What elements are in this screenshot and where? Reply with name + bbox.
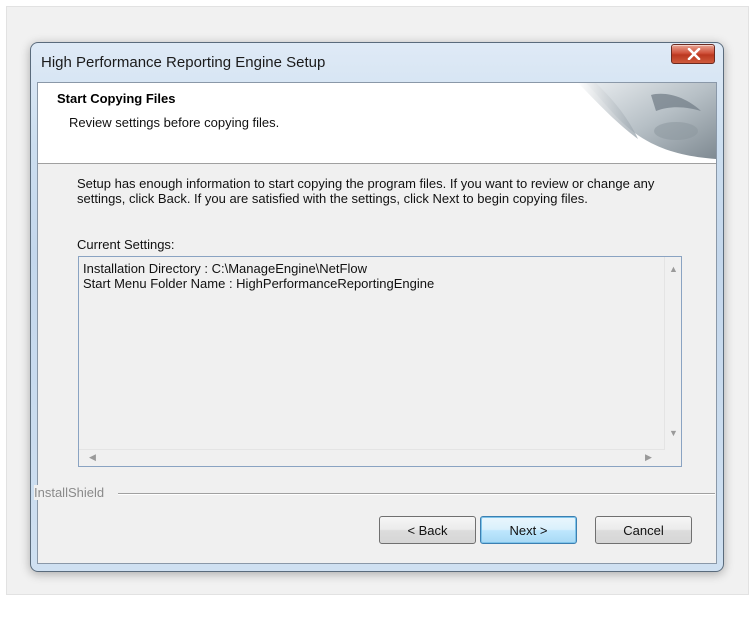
title-bar[interactable]: High Performance Reporting Engine Setup bbox=[31, 43, 723, 75]
settings-content: Installation Directory : C:\ManageEngine… bbox=[83, 261, 434, 291]
window-title: High Performance Reporting Engine Setup bbox=[41, 54, 326, 71]
vertical-scrollbar[interactable]: ▲ ▼ bbox=[664, 257, 681, 450]
setup-dialog: High Performance Reporting Engine Setup … bbox=[30, 42, 724, 572]
scroll-down-icon[interactable]: ▼ bbox=[669, 429, 678, 438]
current-settings-label: Current Settings: bbox=[77, 237, 175, 252]
scroll-right-icon[interactable]: ▶ bbox=[645, 453, 652, 462]
settings-line-start-menu: Start Menu Folder Name : HighPerformance… bbox=[83, 276, 435, 291]
scroll-left-icon[interactable]: ◀ bbox=[89, 453, 96, 462]
settings-line-install-dir: Installation Directory : C:\ManageEngine… bbox=[83, 261, 367, 276]
next-button[interactable]: Next > bbox=[480, 516, 577, 544]
close-x-icon bbox=[687, 48, 701, 60]
close-button[interactable] bbox=[671, 44, 715, 64]
dialog-client-area: Start Copying Files Review settings befo… bbox=[34, 82, 717, 564]
cancel-button[interactable]: Cancel bbox=[595, 516, 692, 544]
page-title: Start Copying Files bbox=[57, 91, 176, 106]
back-button[interactable]: < Back bbox=[379, 516, 476, 544]
horizontal-scrollbar[interactable]: ◀ ▶ bbox=[79, 449, 664, 466]
page-subtitle: Review settings before copying files. bbox=[69, 115, 280, 130]
wizard-header: Start Copying Files Review settings befo… bbox=[38, 83, 716, 164]
description-text: Setup has enough information to start co… bbox=[77, 176, 655, 206]
installshield-graphic-icon bbox=[578, 83, 716, 159]
installshield-label: InstallShield bbox=[34, 485, 111, 500]
scroll-up-icon[interactable]: ▲ bbox=[669, 265, 678, 274]
settings-textarea[interactable]: Installation Directory : C:\ManageEngine… bbox=[78, 256, 682, 467]
brand-divider bbox=[118, 493, 715, 495]
